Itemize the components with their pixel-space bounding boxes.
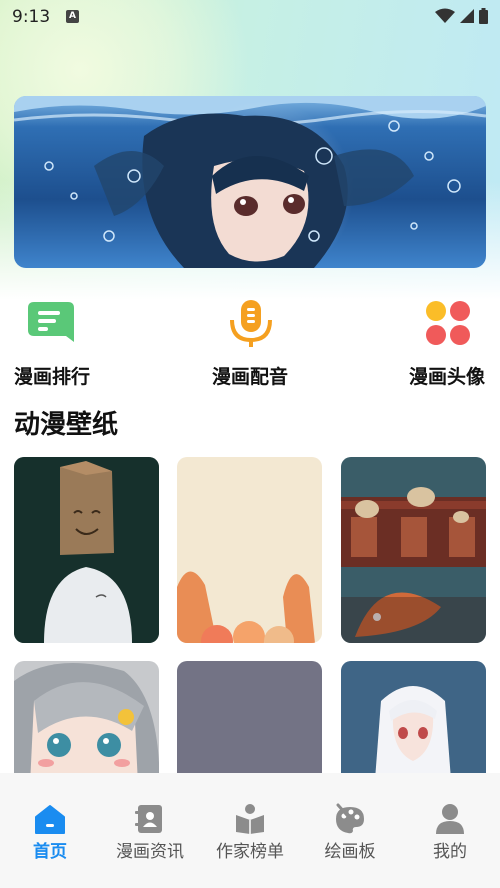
quick-nav: 漫画排行 漫画配音 漫画头像 xyxy=(0,296,500,392)
wallpaper-image xyxy=(14,661,159,773)
microphone-icon xyxy=(230,300,272,347)
wallpaper-tile[interactable] xyxy=(341,661,486,773)
tab-author-ranking[interactable]: 作家榜单 xyxy=(200,773,300,888)
tab-home[interactable]: 首页 xyxy=(0,773,100,888)
wallpaper-grid xyxy=(14,457,486,773)
contact-book-icon xyxy=(135,805,162,833)
home-icon xyxy=(35,805,65,834)
palette-icon xyxy=(336,803,364,834)
status-indicators xyxy=(435,8,488,24)
status-bar: 9:13 A xyxy=(0,0,500,34)
banner-image xyxy=(14,96,486,268)
quick-nav-label: 漫画头像 xyxy=(409,366,486,388)
wallpaper-image xyxy=(341,661,486,773)
reader-book-icon xyxy=(236,804,264,834)
section-title: 动漫壁纸 xyxy=(14,410,119,440)
tab-profile[interactable]: 我的 xyxy=(400,773,500,888)
tab-label: 漫画资讯 xyxy=(116,842,184,862)
wallpaper-tile[interactable] xyxy=(341,457,486,643)
signal-icon xyxy=(460,9,474,23)
tab-drawing-board[interactable]: 绘画板 xyxy=(300,773,400,888)
tab-label: 首页 xyxy=(33,842,67,862)
quick-nav-label: 漫画配音 xyxy=(212,366,289,388)
wallpaper-image xyxy=(177,457,322,643)
status-time: 9:13 xyxy=(12,7,51,27)
tab-label: 作家榜单 xyxy=(216,842,284,862)
wallpaper-tile[interactable] xyxy=(177,457,322,643)
user-icon xyxy=(436,804,464,834)
wifi-icon xyxy=(435,8,455,23)
wallpaper-image xyxy=(14,457,159,643)
grid-dots-icon xyxy=(426,301,470,345)
tab-label: 我的 xyxy=(433,842,467,862)
notification-a-icon: A xyxy=(66,10,79,23)
banner-carousel[interactable] xyxy=(14,96,486,268)
wallpaper-image xyxy=(177,661,322,773)
tab-comic-news[interactable]: 漫画资讯 xyxy=(100,773,200,888)
quick-nav-label: 漫画排行 xyxy=(14,366,91,388)
chat-list-icon xyxy=(28,302,74,342)
tab-label: 绘画板 xyxy=(324,842,376,862)
wallpaper-tile[interactable] xyxy=(14,661,159,773)
wallpaper-tile[interactable] xyxy=(177,661,322,773)
wallpaper-image xyxy=(341,457,486,643)
battery-icon xyxy=(479,8,488,24)
wallpaper-tile[interactable] xyxy=(14,457,159,643)
tab-bar: 首页 漫画资讯 作家榜单 绘画板 我的 xyxy=(0,773,500,888)
